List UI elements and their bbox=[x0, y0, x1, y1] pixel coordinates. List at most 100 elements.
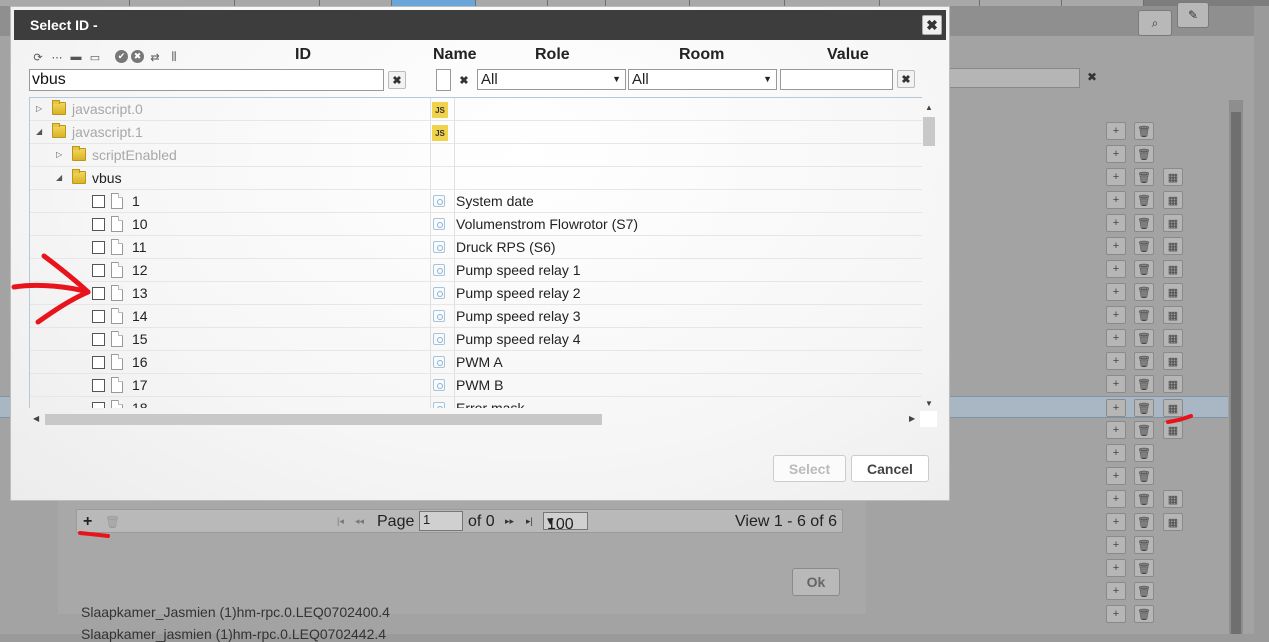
delete-icon[interactable]: 🗑 bbox=[1134, 559, 1154, 577]
delete-icon[interactable]: 🗑 bbox=[1134, 536, 1154, 554]
scrollbar-thumb[interactable] bbox=[923, 117, 935, 146]
row-checkbox[interactable] bbox=[92, 195, 105, 208]
edit-object-icon[interactable]: ▦ bbox=[1163, 214, 1183, 232]
ok-button[interactable]: Ok bbox=[792, 568, 840, 596]
delete-icon[interactable]: 🗑 bbox=[1134, 237, 1154, 255]
delete-icon[interactable]: 🗑 bbox=[1134, 214, 1154, 232]
expand-icon[interactable]: ▷ bbox=[56, 150, 62, 159]
id-filter-input[interactable]: vbus bbox=[29, 69, 384, 91]
add-icon[interactable]: + bbox=[1106, 490, 1126, 508]
first-page-icon[interactable]: |◂ bbox=[337, 516, 344, 527]
add-icon[interactable]: + bbox=[1106, 605, 1126, 623]
add-icon[interactable]: + bbox=[1106, 122, 1126, 140]
delete-icon[interactable]: 🗑 bbox=[1134, 329, 1154, 347]
refresh-icon[interactable]: ⟳ bbox=[30, 49, 46, 65]
swap-icon[interactable]: ⇄ bbox=[147, 49, 163, 65]
add-icon[interactable]: + bbox=[1106, 283, 1126, 301]
list-icon[interactable]: ⋯ bbox=[49, 49, 65, 65]
delete-icon[interactable]: 🗑 bbox=[1134, 122, 1154, 140]
tree-row[interactable]: 18 Error mask bbox=[30, 397, 922, 408]
collapse-icon[interactable]: ◢ bbox=[56, 173, 62, 182]
tree-horizontal-scrollbar[interactable]: ◀ ▶ bbox=[29, 411, 922, 427]
prev-page-icon[interactable]: ◂◂ bbox=[355, 516, 364, 527]
edit-object-icon[interactable]: ▦ bbox=[1163, 352, 1183, 370]
clear-id-filter-button[interactable]: ✖ bbox=[388, 71, 406, 89]
add-icon[interactable]: + bbox=[1106, 375, 1126, 393]
row-checkbox[interactable] bbox=[92, 264, 105, 277]
add-icon[interactable]: + bbox=[1106, 237, 1126, 255]
edit-object-icon[interactable]: ▦ bbox=[1163, 375, 1183, 393]
select-button[interactable]: Select bbox=[773, 455, 846, 482]
tree-row[interactable]: 14 Pump speed relay 3 bbox=[30, 305, 922, 328]
delete-icon[interactable]: 🗑 bbox=[1134, 444, 1154, 462]
row-checkbox[interactable] bbox=[92, 333, 105, 346]
add-icon[interactable]: + bbox=[1106, 260, 1126, 278]
cancel-button[interactable]: Cancel bbox=[851, 455, 929, 482]
tree-row[interactable]: 13 Pump speed relay 2 bbox=[30, 282, 922, 305]
last-page-icon[interactable]: ▸| bbox=[526, 516, 533, 527]
row-checkbox[interactable] bbox=[92, 356, 105, 369]
delete-icon[interactable]: 🗑 bbox=[1134, 306, 1154, 324]
delete-icon[interactable]: 🗑 bbox=[1134, 283, 1154, 301]
add-icon[interactable]: + bbox=[1106, 536, 1126, 554]
edit-object-icon[interactable]: ▦ bbox=[1163, 490, 1183, 508]
delete-icon[interactable]: 🗑 bbox=[1134, 582, 1154, 600]
add-icon[interactable]: + bbox=[1106, 329, 1126, 347]
edit-object-icon[interactable]: ▦ bbox=[1163, 191, 1183, 209]
delete-icon[interactable]: 🗑 bbox=[1134, 191, 1154, 209]
row-checkbox[interactable] bbox=[92, 402, 105, 408]
next-page-icon[interactable]: ▸▸ bbox=[505, 516, 514, 527]
delete-icon[interactable]: 🗑 bbox=[1134, 168, 1154, 186]
delete-icon[interactable]: 🗑 bbox=[1134, 375, 1154, 393]
search-icon[interactable]: ⌕ bbox=[1138, 10, 1172, 36]
tree-row[interactable]: 16 PWM A bbox=[30, 351, 922, 374]
tree-row[interactable]: 12 Pump speed relay 1 bbox=[30, 259, 922, 282]
add-icon[interactable]: + bbox=[1106, 168, 1126, 186]
tree-row[interactable]: ◢ vbus bbox=[30, 167, 922, 190]
tree-row[interactable]: 11 Druck RPS (S6) bbox=[30, 236, 922, 259]
row-checkbox[interactable] bbox=[92, 310, 105, 323]
folder-expand-icon[interactable]: ▭ bbox=[87, 49, 103, 65]
delete-icon[interactable]: 🗑 bbox=[1134, 605, 1154, 623]
delete-icon[interactable]: 🗑 bbox=[1134, 490, 1154, 508]
tree-row[interactable]: 15 Pump speed relay 4 bbox=[30, 328, 922, 351]
row-checkbox[interactable] bbox=[92, 241, 105, 254]
scroll-left-icon[interactable]: ◀ bbox=[33, 414, 39, 423]
delete-icon[interactable]: 🗑 bbox=[1134, 145, 1154, 163]
collapse-icon[interactable]: ◢ bbox=[36, 127, 42, 136]
add-icon[interactable]: + bbox=[1106, 582, 1126, 600]
rows-per-page-select[interactable]: 100 ▾ bbox=[543, 512, 588, 533]
background-clear-icon[interactable]: ✖ bbox=[1087, 70, 1097, 84]
edit-icon[interactable]: ✎ bbox=[1177, 2, 1209, 28]
add-icon[interactable]: + bbox=[1106, 306, 1126, 324]
tree-row[interactable]: ▷ scriptEnabled bbox=[30, 144, 922, 167]
edit-object-icon[interactable]: ▦ bbox=[1163, 421, 1183, 439]
delete-icon[interactable]: 🗑 bbox=[1134, 352, 1154, 370]
check-icon[interactable]: ✔ bbox=[115, 50, 128, 63]
scroll-right-icon[interactable]: ▶ bbox=[909, 414, 915, 423]
add-icon[interactable]: + bbox=[1106, 214, 1126, 232]
add-icon[interactable]: + bbox=[1106, 191, 1126, 209]
clear-name-filter-button[interactable]: ✖ bbox=[455, 71, 473, 89]
role-filter-select[interactable]: All ▼ bbox=[477, 69, 626, 90]
background-filter-input[interactable] bbox=[945, 68, 1080, 88]
close-icon[interactable]: ✖ bbox=[922, 15, 942, 35]
edit-object-icon[interactable]: ▦ bbox=[1163, 399, 1183, 417]
name-filter-input[interactable] bbox=[436, 69, 451, 91]
edit-object-icon[interactable]: ▦ bbox=[1163, 283, 1183, 301]
row-checkbox[interactable] bbox=[92, 287, 105, 300]
edit-object-icon[interactable]: ▦ bbox=[1163, 513, 1183, 531]
add-icon[interactable]: + bbox=[1106, 145, 1126, 163]
tree-row[interactable]: 10 Volumenstrom Flowrotor (S7) bbox=[30, 213, 922, 236]
edit-object-icon[interactable]: ▦ bbox=[1163, 329, 1183, 347]
add-icon[interactable]: + bbox=[1106, 399, 1126, 417]
room-filter-select[interactable]: All ▼ bbox=[628, 69, 777, 90]
columns-icon[interactable]: ⫼ bbox=[166, 49, 182, 65]
add-icon[interactable]: + bbox=[1106, 444, 1126, 462]
expand-icon[interactable]: ▷ bbox=[36, 104, 42, 113]
folder-collapse-icon[interactable]: ▬ bbox=[68, 49, 84, 65]
scroll-down-icon[interactable]: ▼ bbox=[925, 399, 933, 408]
tree-row[interactable]: ▷ javascript.0 JS bbox=[30, 98, 922, 121]
cancel-circle-icon[interactable]: ✖ bbox=[131, 50, 144, 63]
add-icon[interactable]: + bbox=[1106, 513, 1126, 531]
